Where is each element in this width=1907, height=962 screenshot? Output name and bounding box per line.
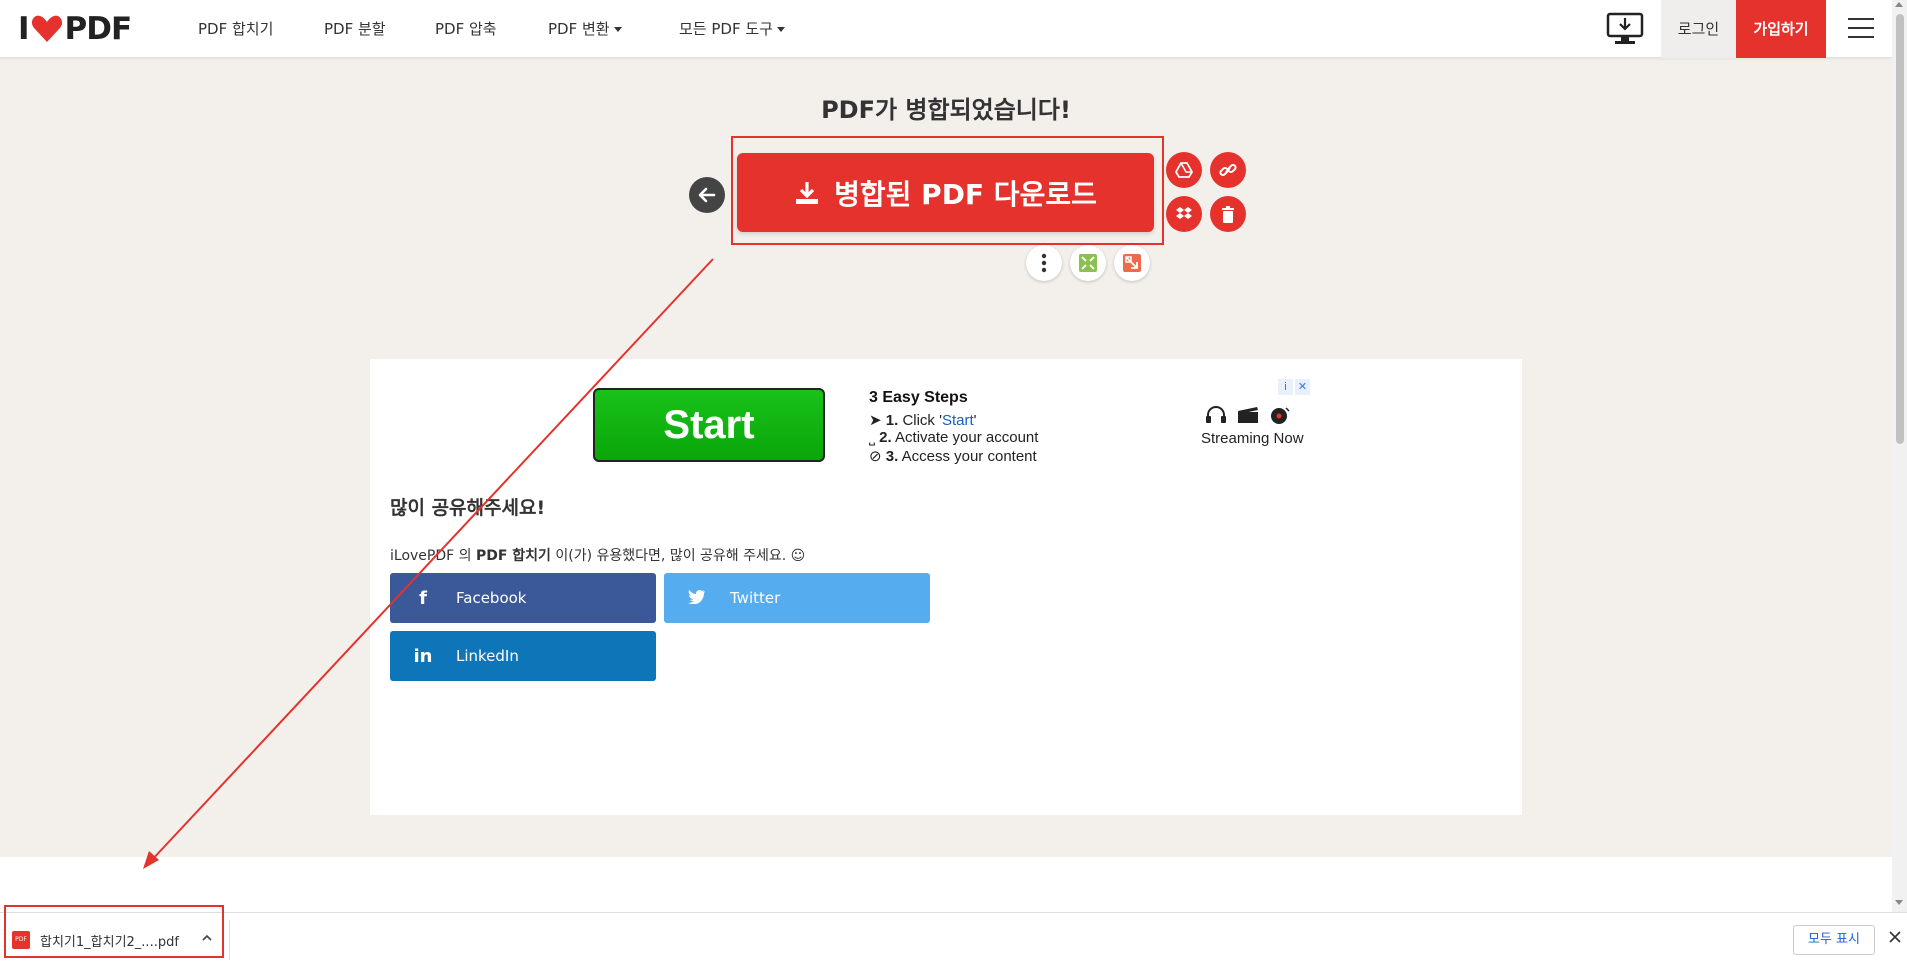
compress-icon: [1079, 254, 1097, 272]
delete-button[interactable]: [1210, 196, 1246, 232]
more-options-button[interactable]: [1026, 245, 1062, 281]
heart-icon: [31, 15, 62, 43]
footer-band: [0, 857, 1892, 912]
nav-convert-label: PDF 변환: [548, 20, 610, 38]
nav-merge-pdf[interactable]: PDF 합치기: [198, 0, 273, 58]
share-desc-pre: iLovePDF 의: [390, 548, 476, 564]
close-icon[interactable]: [1888, 930, 1902, 944]
signup-button[interactable]: 가입하기: [1736, 0, 1826, 58]
twitter-label: Twitter: [730, 589, 781, 607]
ad-controls: i ✕: [1278, 379, 1310, 395]
linkedin-share-button[interactable]: in LinkedIn: [390, 631, 656, 681]
scroll-up-arrow-icon[interactable]: [1895, 2, 1903, 7]
ilovepdf-logo[interactable]: I PDF: [18, 11, 133, 47]
twitter-share-button[interactable]: Twitter: [664, 573, 930, 623]
ad-step-3-num: 3.: [885, 448, 899, 465]
linkedin-icon: in: [413, 645, 433, 667]
show-all-downloads-button[interactable]: 모두 표시: [1793, 925, 1875, 955]
nav-split-pdf[interactable]: PDF 분할: [324, 0, 386, 58]
top-navbar: I PDF PDF 합치기 PDF 분할 PDF 압축 PDF 변환 모든 PD…: [0, 0, 1892, 58]
ad-step-1-text: Click ': [902, 412, 942, 429]
facebook-label: Facebook: [456, 589, 527, 607]
caret-down-icon: [613, 27, 622, 32]
split-pdf-button[interactable]: [1114, 245, 1150, 281]
dropbox-icon: [1176, 207, 1192, 219]
pdf-file-icon: PDF: [12, 931, 30, 949]
ad-step-2-num: 2.: [879, 429, 892, 446]
downloaded-filename: 합치기1_합치기2_....pdf: [40, 934, 179, 950]
share-description: iLovePDF 의 PDF 합치기 이(가) 유용했다면, 많이 공유해 주세…: [390, 545, 805, 565]
share-title: 많이 공유해주세요!: [390, 497, 546, 519]
ad-step-1: ➤ 1. Click 'Start': [869, 411, 977, 429]
ad-step-3: ⊘ 3. Access your content: [869, 447, 1037, 465]
download-icon: [796, 181, 819, 204]
nav-all-tools-label: 모든 PDF 도구: [679, 20, 773, 38]
ad-step-1-link[interactable]: Start: [942, 412, 974, 429]
dropbox-button[interactable]: [1166, 196, 1202, 232]
shelf-divider: [229, 920, 230, 960]
ad-steps-title: 3 Easy Steps: [869, 389, 968, 406]
desktop-download-icon[interactable]: [1606, 12, 1644, 46]
ad-step-2: ⎵ 2. Activate your account: [869, 429, 1038, 446]
nav-convert-pdf[interactable]: PDF 변환: [548, 0, 622, 58]
ad-step-3-text: Access your content: [901, 448, 1037, 465]
copy-link-button[interactable]: [1210, 152, 1246, 188]
ad-info-icon[interactable]: i: [1278, 379, 1293, 395]
download-label: 병합된 PDF 다운로드: [834, 177, 1097, 211]
vinyl-record-icon: [1271, 407, 1290, 424]
login-button[interactable]: 로그인: [1661, 0, 1736, 58]
facebook-share-button[interactable]: f Facebook: [390, 573, 656, 623]
scroll-down-arrow-icon[interactable]: [1895, 900, 1903, 905]
linkedin-label: LinkedIn: [456, 647, 519, 665]
facebook-icon: f: [419, 587, 427, 609]
cursor-icon: ➤: [869, 412, 886, 429]
check-circle-icon: ⊘: [869, 448, 886, 465]
trash-icon: [1222, 205, 1234, 223]
share-desc-post: 이(가) 유용했다면, 많이 공유해 주세요. ☺: [550, 548, 806, 564]
downloaded-file-item[interactable]: PDF 합치기1_합치기2_....pdf: [12, 928, 179, 952]
scrollbar-thumb[interactable]: [1896, 14, 1904, 444]
download-shelf: [0, 912, 1907, 962]
google-drive-icon: [1175, 162, 1193, 178]
headphones-icon: [1206, 406, 1226, 423]
ad-step-1-end: ': [973, 412, 977, 429]
download-merged-pdf-button[interactable]: 병합된 PDF 다운로드: [737, 153, 1154, 232]
back-button[interactable]: [689, 177, 725, 213]
ad-streaming-text: Streaming Now: [1201, 430, 1304, 447]
more-vertical-icon: [1041, 253, 1047, 273]
logo-text-i: I: [18, 11, 30, 47]
menu-icon[interactable]: [1848, 18, 1874, 40]
compress-pdf-button[interactable]: [1070, 245, 1106, 281]
ad-step-1-num: 1.: [885, 412, 899, 429]
logo-text-pdf: PDF: [64, 11, 133, 47]
nav-compress-pdf[interactable]: PDF 압축: [435, 0, 497, 58]
google-drive-button[interactable]: [1166, 152, 1202, 188]
share-desc-tool: PDF 합치기: [475, 548, 551, 564]
ad-close-icon[interactable]: ✕: [1295, 379, 1310, 395]
key-icon: ⎵: [869, 429, 880, 446]
clapperboard-icon: [1238, 407, 1258, 423]
result-title: PDF가 병합되었습니다!: [821, 96, 1071, 124]
twitter-icon: [664, 588, 730, 609]
nav-all-tools[interactable]: 모든 PDF 도구: [679, 0, 785, 58]
chevron-up-icon[interactable]: [201, 932, 213, 944]
ad-step-2-text: Activate your account: [895, 429, 1039, 446]
split-icon: [1123, 254, 1141, 272]
ad-media-icons: [1205, 406, 1291, 424]
arrow-left-icon: [698, 187, 716, 203]
ad-start-button[interactable]: Start: [593, 388, 825, 462]
link-icon: [1219, 163, 1237, 177]
caret-down-icon: [776, 27, 785, 32]
